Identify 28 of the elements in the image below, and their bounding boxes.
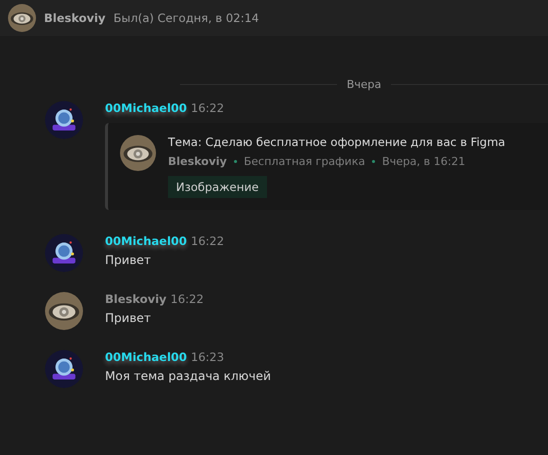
message-text: Моя тема раздача ключей [105, 369, 272, 383]
topic-author[interactable]: Bleskoviy [168, 155, 227, 168]
eye-avatar [120, 135, 156, 171]
separator-dot-icon [372, 160, 376, 163]
message-author[interactable]: 00Michael00 [105, 234, 187, 248]
topic-forum[interactable]: Бесплатная графика [244, 155, 366, 168]
topic-tag: Изображение [168, 176, 267, 198]
topic-date: Вчера, в 16:21 [382, 155, 466, 168]
message-text: Привет [105, 253, 152, 267]
message-text: Привет [105, 311, 152, 325]
message-author[interactable]: 00Michael00 [105, 350, 187, 364]
eye-avatar [45, 292, 83, 330]
eye-avatar [8, 4, 36, 32]
message-author[interactable]: 00Michael00 [105, 101, 187, 115]
coin-avatar [45, 350, 83, 388]
separator-dot-icon [234, 160, 237, 163]
message-time: 16:22 [170, 292, 204, 306]
topic-card[interactable]: Тема: Сделаю бесплатное оформление для вас в Figma Bleskoviy Бесплатная графика Вчера, в 16:21 Изображение [105, 123, 548, 210]
date-divider: Вчера [346, 78, 382, 91]
message-author[interactable]: Bleskoviy [105, 292, 167, 306]
message-time: 16:22 [190, 101, 224, 115]
contact-name: Bleskoviy [44, 11, 106, 25]
message-time: 16:23 [190, 350, 224, 364]
topic-title[interactable]: Тема: Сделаю бесплатное оформление для вас в Figma [168, 135, 506, 149]
last-seen-status: Был(а) Сегодня, в 02:14 [114, 11, 259, 25]
coin-avatar [45, 234, 83, 272]
coin-avatar [45, 101, 83, 139]
message-time: 16:22 [190, 234, 224, 248]
